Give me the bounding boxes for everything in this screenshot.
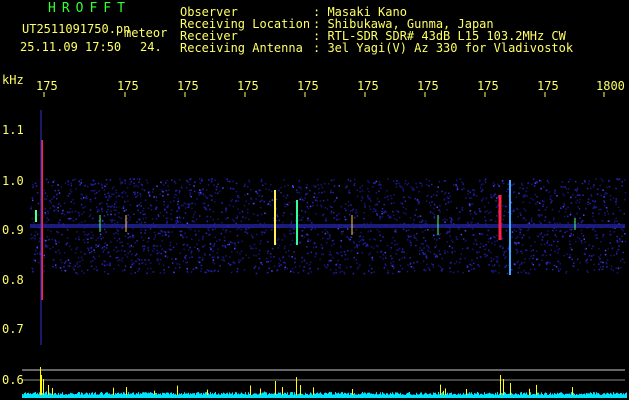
amplitude-plot: [22, 367, 627, 397]
x-tick-label: 175: [357, 79, 379, 93]
y-tick-label: 1.1: [2, 123, 24, 137]
y-tick-label: 0.6: [2, 373, 24, 387]
y-tick-label: 0.9: [2, 223, 24, 237]
x-tick-label: 175: [117, 79, 139, 93]
x-tick-label: 1800: [596, 79, 625, 93]
x-tick-label: 175: [237, 79, 259, 93]
spectrogram: [22, 92, 627, 398]
x-tick-label: 175: [36, 79, 58, 93]
x-tick-label: 175: [297, 79, 319, 93]
x-tick-label: 175: [477, 79, 499, 93]
x-tick-label: 175: [417, 79, 439, 93]
hrofft-screen: HROFFT UT2511091750.pn meteor 25.11.09 1…: [0, 0, 629, 400]
x-tick-label: 175: [177, 79, 199, 93]
y-tick-label: 0.7: [2, 322, 24, 336]
y-tick-label: 0.8: [2, 273, 24, 287]
x-tick-label: 175: [537, 79, 559, 93]
carrier-band: [30, 224, 625, 228]
y-tick-label: 1.0: [2, 174, 24, 188]
amplitude-baseline: [22, 395, 627, 398]
